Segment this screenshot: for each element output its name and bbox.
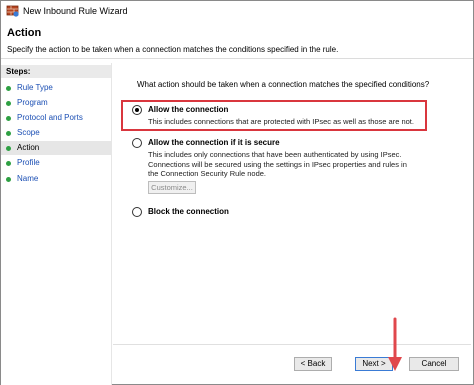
green-dot-icon — [6, 131, 11, 136]
panel-divider — [111, 63, 112, 385]
page-title: Action — [7, 27, 42, 39]
step-scope[interactable]: Scope — [1, 126, 111, 140]
page-header: Action Specify the action to be taken wh… — [1, 21, 473, 59]
green-dot-icon — [6, 177, 11, 182]
allow-connection-description: This includes connections that are prote… — [148, 117, 414, 126]
page-description: Specify the action to be taken when a co… — [7, 45, 339, 54]
step-name[interactable]: Name — [1, 172, 111, 186]
green-dot-icon — [6, 101, 11, 106]
allow-if-secure-description: This includes only connections that have… — [148, 150, 407, 178]
steps-panel: Steps: Rule Type Program Protocol and Po… — [1, 63, 111, 385]
step-label: Name — [17, 174, 39, 183]
title-bar: New Inbound Rule Wizard — [1, 1, 473, 21]
step-label: Profile — [17, 158, 40, 167]
wizard-window: New Inbound Rule Wizard Action Specify t… — [0, 0, 474, 385]
action-question: What action should be taken when a conne… — [137, 80, 430, 89]
firewall-wizard-icon — [6, 5, 19, 17]
step-action[interactable]: Action — [1, 141, 111, 155]
step-protocol-and-ports[interactable]: Protocol and Ports — [1, 111, 111, 125]
allow-if-secure-radio[interactable] — [132, 138, 142, 148]
red-arrow-icon — [388, 317, 402, 371]
block-connection-radio[interactable] — [132, 207, 142, 217]
allow-connection-label[interactable]: Allow the connection — [148, 105, 228, 114]
step-label: Action — [17, 143, 40, 152]
step-label: Program — [17, 98, 48, 107]
step-program[interactable]: Program — [1, 96, 111, 110]
step-label: Protocol and Ports — [17, 113, 83, 122]
back-button[interactable]: < Back — [294, 357, 332, 371]
step-label: Rule Type — [17, 83, 53, 92]
green-dot-icon — [6, 161, 11, 166]
step-rule-type[interactable]: Rule Type — [1, 81, 111, 95]
window-title: New Inbound Rule Wizard — [23, 6, 128, 16]
cancel-button[interactable]: Cancel — [409, 357, 459, 371]
green-dot-icon — [6, 86, 11, 91]
block-connection-label[interactable]: Block the connection — [148, 207, 229, 216]
step-profile[interactable]: Profile — [1, 156, 111, 170]
step-label: Scope — [17, 128, 40, 137]
customize-button: Customize... — [148, 181, 196, 194]
steps-title: Steps: — [1, 65, 111, 78]
allow-if-secure-label[interactable]: Allow the connection if it is secure — [148, 138, 280, 147]
green-dot-icon — [6, 116, 11, 121]
green-dot-icon — [6, 146, 11, 151]
allow-connection-radio[interactable] — [132, 105, 142, 115]
footer-divider — [113, 344, 471, 345]
